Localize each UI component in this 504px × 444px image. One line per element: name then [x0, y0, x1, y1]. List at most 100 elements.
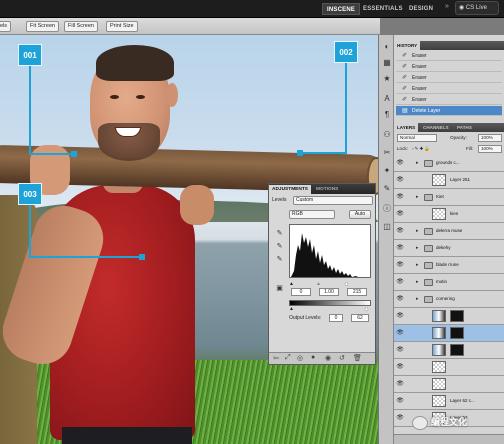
- layer-group-row[interactable]: 👁 ▸ cornering: [394, 291, 504, 308]
- delete-adjustment-icon[interactable]: 🗑: [353, 354, 362, 362]
- input-black-field[interactable]: 0: [291, 288, 311, 296]
- input-slider-black-icon[interactable]: ▲: [289, 280, 294, 288]
- tools-icon[interactable]: ✂: [381, 147, 393, 159]
- tab-paths[interactable]: PATHS: [454, 123, 475, 132]
- gray-eyedropper-icon[interactable]: ✎: [275, 242, 284, 251]
- layer-row[interactable]: 👁: [394, 342, 504, 359]
- input-slider-white-icon[interactable]: ▲: [344, 280, 349, 288]
- visibility-eye-icon[interactable]: 👁: [396, 295, 404, 303]
- layer-row[interactable]: 👁: [394, 376, 504, 393]
- clipping-warning-icon[interactable]: ▣: [275, 284, 284, 293]
- print-size-button[interactable]: Print Size: [106, 21, 138, 32]
- visibility-eye-icon[interactable]: 👁: [396, 346, 404, 354]
- layer-row[interactable]: 👁 Layer 62 c...: [394, 393, 504, 410]
- output-slider-white-icon[interactable]: ▲: [364, 305, 369, 313]
- history-item[interactable]: ✐ Eraser: [396, 62, 502, 72]
- visibility-eye-icon[interactable]: 👁: [396, 329, 404, 337]
- visibility-eye-icon[interactable]: 👁: [396, 159, 404, 167]
- brush-presets-icon[interactable]: ✎: [381, 183, 393, 195]
- visibility-eye-icon[interactable]: 👁: [396, 193, 404, 201]
- character-panel-icon[interactable]: A: [381, 93, 393, 105]
- layer-mask-thumbnail[interactable]: [450, 310, 464, 322]
- fill-field[interactable]: 100%: [478, 145, 502, 153]
- visibility-eye-icon[interactable]: 👁: [396, 380, 404, 388]
- layer-group-row[interactable]: 👁 ▸ delerra muse: [394, 223, 504, 240]
- history-item-selected[interactable]: ▤ Delete Layer: [396, 106, 502, 116]
- tab-adjustments[interactable]: ADJUSTMENTS: [269, 185, 311, 194]
- workspace-inscene-button[interactable]: INSCENE: [322, 3, 361, 15]
- visibility-eye-icon[interactable]: 👁: [396, 176, 404, 184]
- layer-group-row[interactable]: 👁 ▸ motin: [394, 274, 504, 291]
- tab-channels[interactable]: CHANNELS: [420, 123, 452, 132]
- expand-group-icon[interactable]: ▸: [416, 296, 419, 302]
- tab-motions[interactable]: MOTIONS: [313, 185, 341, 194]
- clone-source-icon[interactable]: ⚇: [381, 129, 393, 141]
- color-panel-icon[interactable]: ◐: [381, 41, 393, 53]
- output-white-field[interactable]: 62: [351, 314, 369, 322]
- layer-group-row[interactable]: 👁 ▸ Kiet: [394, 189, 504, 206]
- blend-mode-select[interactable]: Normal: [397, 134, 437, 142]
- tab-layers[interactable]: LAYERS: [394, 123, 419, 132]
- visibility-eye-icon[interactable]: 👁: [396, 397, 404, 405]
- actual-pixels-button[interactable]: els: [0, 21, 12, 32]
- expand-view-icon[interactable]: ⤢: [285, 354, 291, 362]
- expand-group-icon[interactable]: ▸: [416, 228, 419, 234]
- reset-icon[interactable]: ↺: [339, 354, 345, 362]
- input-white-field[interactable]: 215: [347, 288, 367, 296]
- input-gamma-field[interactable]: 1.00: [319, 288, 339, 296]
- channel-select[interactable]: RGB: [289, 210, 335, 219]
- brush-panel-icon[interactable]: ✦: [381, 165, 393, 177]
- visibility-eye-icon[interactable]: 👁: [396, 312, 404, 320]
- layer-mask-thumbnail[interactable]: [450, 327, 464, 339]
- history-item[interactable]: ✐ Eraser: [396, 73, 502, 83]
- visibility-eye-icon[interactable]: 👁: [396, 210, 404, 218]
- layer-row[interactable]: 👁 kien: [394, 206, 504, 223]
- visibility-eye-icon[interactable]: 👁: [396, 278, 404, 286]
- fit-screen-button[interactable]: Fit Screen: [26, 21, 60, 32]
- layer-row[interactable]: 👁: [394, 325, 504, 342]
- tab-history[interactable]: HISTORY: [394, 41, 421, 50]
- visibility-eye-icon[interactable]: 👁: [396, 244, 404, 252]
- output-black-field[interactable]: 0: [329, 314, 343, 322]
- history-item[interactable]: ✐ Eraser: [396, 51, 502, 61]
- navigator-panel-icon[interactable]: ◫: [381, 221, 393, 233]
- fill-screen-button[interactable]: Fill Screen: [64, 21, 98, 32]
- expand-group-icon[interactable]: ▸: [416, 245, 419, 251]
- layer-group-row[interactable]: 👁 ▸ dekehy: [394, 240, 504, 257]
- preset-select[interactable]: Custom: [293, 196, 373, 205]
- workspace-design-button[interactable]: DESIGN: [405, 3, 437, 15]
- visibility-eye-icon[interactable]: 👁: [396, 227, 404, 235]
- output-slider-black-icon[interactable]: ▲: [289, 305, 294, 313]
- expand-group-icon[interactable]: ▸: [416, 194, 419, 200]
- opacity-field[interactable]: 100%: [478, 134, 502, 142]
- visibility-eye-icon[interactable]: 👁: [396, 261, 404, 269]
- workspace-more-icon[interactable]: »: [445, 3, 449, 10]
- black-eyedropper-icon[interactable]: ✎: [275, 229, 284, 238]
- info-panel-icon[interactable]: ⓘ: [381, 203, 393, 215]
- lock-icons[interactable]: ▫✎✚🔒: [412, 145, 431, 153]
- expand-group-icon[interactable]: ▸: [416, 279, 419, 285]
- visibility-eye-icon[interactable]: 👁: [396, 414, 404, 422]
- auto-button[interactable]: Auto: [349, 210, 371, 219]
- layer-row[interactable]: 👁: [394, 359, 504, 376]
- history-item[interactable]: ✐ Eraser: [396, 84, 502, 94]
- workspace-essentials-button[interactable]: ESSENTIALS: [359, 3, 407, 15]
- clip-to-layer-icon[interactable]: ◎: [297, 354, 303, 362]
- layer-mask-thumbnail[interactable]: [450, 344, 464, 356]
- swatches-panel-icon[interactable]: ▦: [381, 57, 393, 69]
- input-slider-gray-icon[interactable]: ▲: [316, 280, 321, 288]
- view-previous-icon[interactable]: ◉: [325, 354, 331, 362]
- layer-row[interactable]: 👁: [394, 308, 504, 325]
- expand-group-icon[interactable]: ▸: [416, 262, 419, 268]
- layer-row[interactable]: 👁 Layer 251: [394, 172, 504, 189]
- styles-panel-icon[interactable]: ★: [381, 73, 393, 85]
- layer-group-row[interactable]: 👁 ▸ blade rrune: [394, 257, 504, 274]
- layer-group-row[interactable]: 👁 ▸ grounds c...: [394, 155, 504, 172]
- cs-live-button[interactable]: ◉ CS Live: [455, 1, 499, 15]
- expand-group-icon[interactable]: ▸: [416, 160, 419, 166]
- return-to-list-icon[interactable]: ⇦: [273, 354, 279, 362]
- visibility-eye-icon[interactable]: 👁: [396, 363, 404, 371]
- paragraph-panel-icon[interactable]: ¶: [381, 109, 393, 121]
- visibility-icon[interactable]: ●: [311, 354, 315, 361]
- history-item[interactable]: ✐ Eraser: [396, 95, 502, 105]
